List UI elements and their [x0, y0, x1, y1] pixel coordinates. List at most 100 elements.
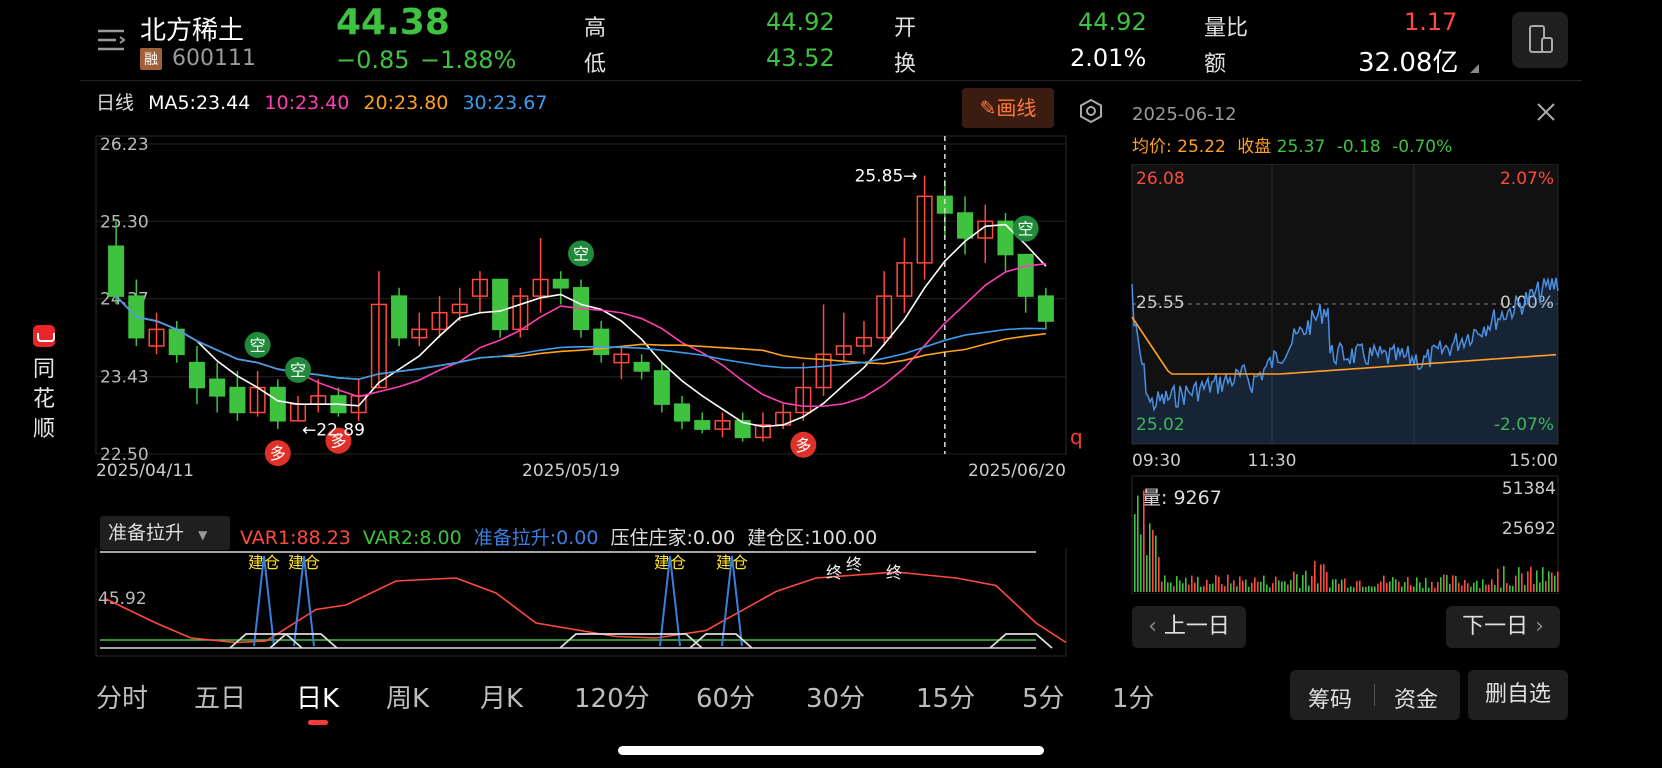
volume-bar — [1320, 564, 1322, 592]
volume-bar — [1350, 586, 1352, 592]
volume-bar — [1170, 582, 1172, 592]
indicator-start-label: 始 — [294, 657, 310, 658]
indicator-var1-line — [105, 571, 1067, 644]
volume-bar — [1476, 580, 1478, 592]
candle-body — [593, 328, 610, 356]
indicator-start-label: 始 — [704, 657, 720, 658]
candle-body — [188, 361, 205, 389]
indicator-start-label: 始 — [254, 657, 270, 658]
volume-bar — [1413, 586, 1415, 592]
tab-15min[interactable]: 15分 — [916, 678, 975, 715]
volume-bar — [1398, 581, 1400, 592]
volume-bar — [1503, 566, 1505, 592]
menu-icon[interactable] — [96, 28, 126, 52]
funds-button[interactable]: 资金 — [1394, 682, 1438, 714]
candlestick — [148, 312, 165, 355]
draw-line-button[interactable]: ✎画线 — [962, 88, 1054, 128]
kline-x-tick: 2025/06/20 — [968, 461, 1066, 481]
volume-bar — [1245, 579, 1247, 592]
kline-chart[interactable]: 26.2325.3024.3723.4322.50空空空空多多 多25.85→←2… — [92, 134, 1122, 484]
prev-day-button[interactable]: ‹ 上一日 — [1132, 606, 1246, 648]
chips-funds-group: 筹码 资金 — [1290, 670, 1460, 720]
volume-bar — [1230, 583, 1232, 592]
brand-char-3: 顺 — [32, 417, 55, 442]
volume-bar — [1365, 586, 1367, 592]
kline-x-tick: 2025/05/19 — [522, 461, 620, 481]
volume-bar — [1179, 580, 1181, 592]
volume-bar — [1317, 583, 1319, 592]
tab-monthly-k[interactable]: 月K — [480, 678, 523, 715]
volume-bar — [1524, 585, 1526, 592]
brand-logo-icon — [33, 325, 55, 347]
volume-bar — [1215, 575, 1217, 592]
amount-value: 32.08亿 — [1358, 48, 1459, 78]
indicator-start-label: 始 — [576, 657, 592, 658]
volume-bar — [1500, 587, 1502, 592]
signal-text: 多 — [270, 444, 286, 463]
brand-char-2: 花 — [32, 387, 55, 412]
stock-code: 600111 — [172, 46, 256, 71]
close-icon[interactable] — [1534, 100, 1558, 124]
intraday-chart[interactable]: 26.082.07%25.550.00%25.02-2.07%09:3011:3… — [1130, 164, 1560, 594]
candle-body — [957, 212, 974, 239]
kline-max-note: 25.85→ — [855, 167, 918, 187]
volume-bar — [1386, 582, 1388, 592]
kline-y-tick: 25.30 — [100, 212, 149, 232]
avg-value: 25.22 — [1177, 137, 1226, 157]
volume-bar — [1266, 584, 1268, 592]
indicator-end-label: 终 — [826, 563, 842, 582]
chips-button[interactable]: 筹码 — [1308, 682, 1352, 714]
device-toggle-button[interactable] — [1512, 12, 1568, 68]
volume-bar — [1347, 587, 1349, 592]
volume-bar — [1536, 570, 1538, 592]
tab-intraday[interactable]: 分时 — [96, 678, 148, 715]
volume-bar — [1335, 579, 1337, 592]
volume-bar — [1512, 585, 1514, 592]
volume-bar — [1287, 584, 1289, 592]
indicator-select[interactable]: 准备拉升 ▼ — [100, 516, 230, 550]
volume-bar — [1323, 564, 1325, 592]
candlestick — [977, 204, 994, 263]
chevron-left-icon: ‹ — [1148, 614, 1164, 639]
candle-body — [269, 386, 286, 422]
volume-bar — [1449, 583, 1451, 592]
indicator-start-label: 始 — [1012, 657, 1028, 658]
tab-120min[interactable]: 120分 — [574, 678, 650, 715]
press-value: 压住庄家:0.00 — [610, 527, 736, 549]
volume-bar — [1377, 583, 1379, 592]
tab-weekly-k[interactable]: 周K — [386, 678, 429, 715]
volume-bar — [1290, 580, 1292, 592]
next-day-button[interactable]: 下一日 › — [1446, 606, 1560, 648]
tab-five-day[interactable]: 五日 — [194, 678, 246, 715]
volume-bar — [1383, 575, 1385, 592]
kline-corner-mark: q — [1070, 425, 1083, 449]
volume-bar — [1482, 579, 1484, 592]
volume-bar — [1374, 586, 1376, 592]
candlestick — [855, 321, 873, 355]
settings-icon[interactable] — [1078, 98, 1104, 124]
brand-logo: 同 花 顺 — [30, 325, 58, 445]
volume-bar — [1134, 514, 1136, 592]
indicator-end-label: 终 — [886, 563, 902, 582]
volume-bar — [1479, 587, 1481, 592]
indicator-chart[interactable]: 45.92建仓建仓建仓建仓始始始始始始始始始始始始终终终 — [92, 548, 1122, 658]
tab-5min[interactable]: 5分 — [1022, 678, 1065, 715]
tab-60min[interactable]: 60分 — [696, 678, 755, 715]
volume-bar — [1443, 574, 1445, 592]
volume-label: 量: 9267 — [1142, 487, 1222, 509]
volume-bar — [1353, 587, 1355, 592]
delete-watchlist-button[interactable]: 删自选 — [1468, 670, 1568, 720]
volume-bar — [1392, 577, 1394, 592]
tab-1min[interactable]: 1分 — [1112, 678, 1155, 715]
last-price: 44.38 — [336, 2, 450, 43]
tab-daily-k[interactable]: 日K — [296, 678, 339, 715]
tab-30min[interactable]: 30分 — [806, 678, 865, 715]
volume-bar — [1275, 576, 1277, 592]
low-label: 低 — [584, 52, 607, 77]
volume-bar — [1545, 581, 1547, 592]
volume-bar — [1491, 579, 1493, 592]
volume-bar — [1485, 584, 1487, 592]
volume-bar — [1440, 577, 1442, 592]
candlestick — [411, 312, 428, 346]
indicator-start-label: 始 — [234, 657, 250, 658]
